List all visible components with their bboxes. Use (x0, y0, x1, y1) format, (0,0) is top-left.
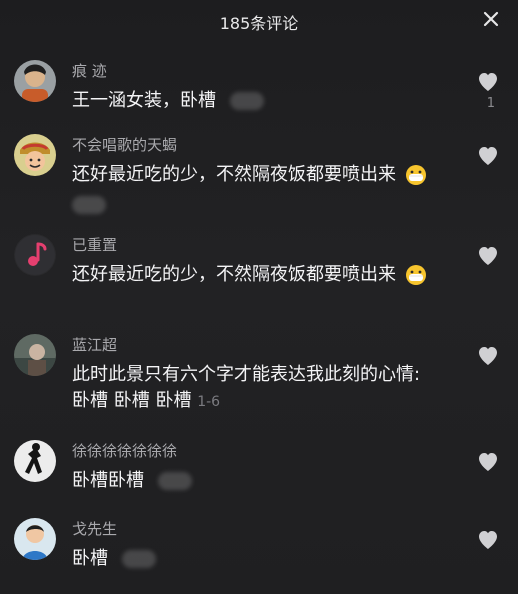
mask-face-emoji-icon (405, 165, 426, 185)
comment-username[interactable]: 痕 迹 (72, 62, 448, 80)
heart-icon[interactable] (476, 70, 500, 94)
comment-item[interactable]: 戈先生 卧槽 (0, 510, 518, 586)
blurred-timestamp (157, 472, 192, 490)
avatar-person-icon (14, 518, 56, 560)
comment-text: 卧槽 (72, 546, 448, 572)
comment-item[interactable]: 蓝江超 此时此景只有六个字才能表达我此刻的心情: 卧槽 卧槽 卧槽 1-6 (0, 326, 518, 432)
comment-text: 还好最近吃的少，不然隔夜饭都要喷出来 (72, 162, 448, 188)
comment-item[interactable]: 不会唱歌的天蝎 还好最近吃的少，不然隔夜饭都要喷出来 (0, 126, 518, 226)
comment-text-content: 卧槽 卧槽 卧槽 (72, 390, 192, 411)
comments-title: 185条评论 (219, 14, 299, 33)
comment-content: 痕 迹 王一涵女装，卧槽 (72, 62, 448, 114)
heart-icon[interactable] (476, 528, 500, 552)
comment-username[interactable]: 不会唱歌的天蝎 (72, 136, 448, 154)
comment-text-line: 卧槽 卧槽 卧槽 1-6 (72, 388, 448, 415)
comment-item[interactable]: 已重置 还好最近吃的少，不然隔夜饭都要喷出来 (0, 226, 518, 326)
comment-text-line: 此时此景只有六个字才能表达我此刻的心情: (72, 364, 421, 385)
comment-content: 不会唱歌的天蝎 还好最近吃的少，不然隔夜饭都要喷出来 (72, 136, 448, 214)
blurred-timestamp (229, 92, 264, 110)
comment-content: 戈先生 卧槽 (72, 520, 448, 572)
comment-content: 徐徐徐徐徐徐徐 卧槽卧槽 (72, 442, 448, 494)
heart-icon[interactable] (476, 450, 500, 474)
comment-text: 此时此景只有六个字才能表达我此刻的心情: 卧槽 卧槽 卧槽 1-6 (72, 362, 448, 415)
music-note-icon (14, 234, 56, 276)
like-count: 1 (486, 96, 495, 111)
avatar[interactable] (14, 334, 56, 376)
blurred-timestamp (72, 195, 106, 214)
comment-text-content: 卧槽 (72, 548, 108, 569)
comment-text-content: 还好最近吃的少，不然隔夜饭都要喷出来 (72, 264, 396, 285)
comment-text-content: 王一涵女装，卧槽 (72, 90, 216, 111)
avatar-user-icon (14, 60, 56, 102)
comments-header: 185条评论 (0, 0, 518, 40)
heart-icon[interactable] (476, 344, 500, 368)
blurred-timestamp (121, 550, 156, 568)
comment-text: 卧槽卧槽 (72, 468, 448, 494)
comment-text-content: 卧槽卧槽 (72, 470, 144, 491)
avatar-portrait-icon (14, 334, 56, 376)
comment-timestamp: 1-6 (197, 394, 221, 410)
heart-icon[interactable] (476, 144, 500, 168)
comment-text: 王一涵女装，卧槽 (72, 88, 448, 114)
comment-content: 蓝江超 此时此景只有六个字才能表达我此刻的心情: 卧槽 卧槽 卧槽 1-6 (72, 336, 448, 415)
avatar-cartoon-icon (14, 134, 56, 176)
comment-item[interactable]: 痕 迹 王一涵女装，卧槽 1 (0, 52, 518, 126)
avatar[interactable] (14, 60, 56, 102)
comment-text-content: 还好最近吃的少，不然隔夜饭都要喷出来 (72, 164, 396, 185)
comment-content: 已重置 还好最近吃的少，不然隔夜饭都要喷出来 (72, 236, 448, 288)
comment-username[interactable]: 已重置 (72, 236, 448, 254)
heart-icon[interactable] (476, 244, 500, 268)
timestamp-row (72, 194, 448, 214)
avatar[interactable] (14, 234, 56, 276)
avatar[interactable] (14, 518, 56, 560)
avatar-figure-icon (14, 440, 56, 482)
comment-username[interactable]: 徐徐徐徐徐徐徐 (72, 442, 448, 460)
avatar[interactable] (14, 440, 56, 482)
comment-list: 痕 迹 王一涵女装，卧槽 1 不会唱歌的天蝎 还好最近吃的少，不然隔夜饭都要喷出… (0, 52, 518, 586)
mask-face-emoji-icon (405, 265, 426, 285)
avatar[interactable] (14, 134, 56, 176)
comment-username[interactable]: 戈先生 (72, 520, 448, 538)
comment-text: 还好最近吃的少，不然隔夜饭都要喷出来 (72, 262, 448, 288)
comment-username[interactable]: 蓝江超 (72, 336, 448, 354)
comment-item[interactable]: 徐徐徐徐徐徐徐 卧槽卧槽 (0, 432, 518, 510)
close-icon[interactable] (482, 10, 500, 28)
